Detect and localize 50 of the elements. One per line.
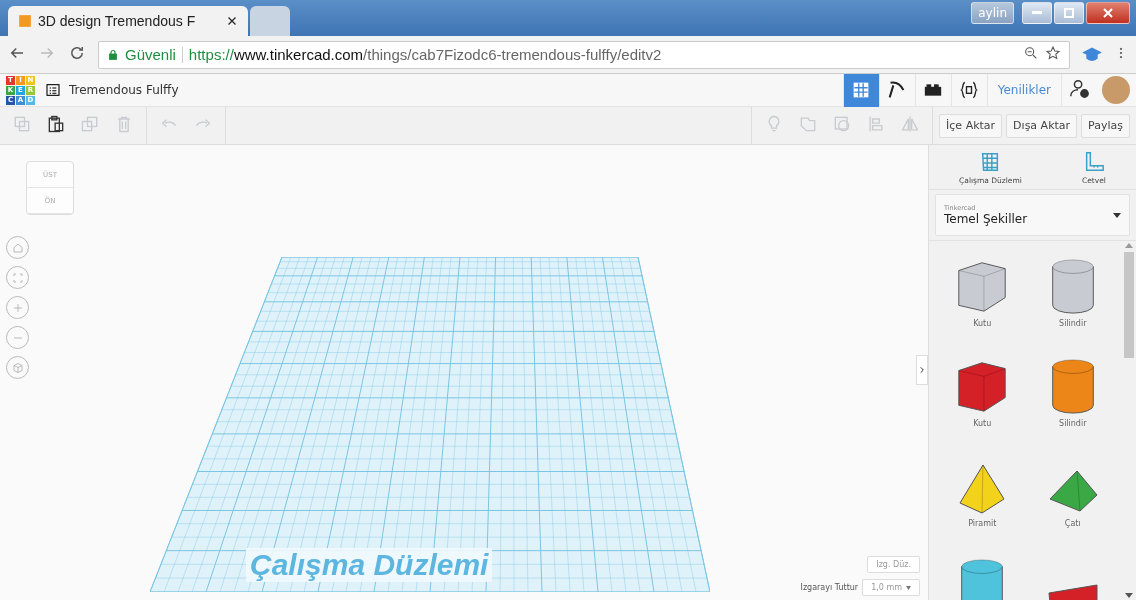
view-control-button[interactable] [6, 236, 29, 259]
avatar[interactable] [1102, 76, 1130, 104]
code-blocks-icon [959, 80, 980, 100]
shape-label: Kutu [973, 419, 992, 428]
url-text: https://www.tinkercad.com/things/cab7Fizodc6-tremendous-fulffy/editv2 [188, 46, 662, 63]
shape-label: Kutu [973, 319, 992, 328]
shape-label: Piramit [968, 519, 997, 528]
workplane-label: Çalışma Düzlemi [246, 548, 493, 582]
list-icon [45, 82, 61, 98]
maximize-button[interactable] [1054, 2, 1084, 24]
scroll-up-icon[interactable] [1125, 243, 1133, 248]
lock-icon [107, 48, 119, 61]
grid-workplane-drawing[interactable] [150, 257, 710, 592]
fit-view-icon [11, 271, 24, 284]
home-icon [11, 241, 24, 254]
design-title[interactable]: Tremendous Fulffy [69, 83, 179, 97]
zoom-in-icon [11, 301, 24, 314]
view-control-button[interactable] [6, 266, 29, 289]
shape-label: Çatı [1064, 519, 1081, 528]
maximize-icon [1064, 8, 1074, 18]
toolbar-button[interactable]: Dışa Aktar [1006, 113, 1078, 138]
shape-label: Silindir [1059, 319, 1087, 328]
toolbar-button[interactable]: İçe Aktar [939, 113, 1003, 138]
panel-toggle-button[interactable] [916, 355, 928, 385]
scroll-down-icon[interactable] [1125, 593, 1133, 598]
minimize-icon [1032, 11, 1042, 15]
view-control-button[interactable] [6, 326, 29, 349]
star-icon [1045, 45, 1061, 61]
clipboard-icon [46, 113, 66, 134]
add-user-icon [1068, 77, 1090, 99]
tab-title: 3D design Tremendous F [38, 13, 197, 29]
scrollbar[interactable] [1122, 241, 1136, 600]
tinkercad-tab-icon [18, 14, 32, 28]
close-icon [1103, 8, 1113, 18]
address-bar[interactable]: Güvenli https://www.tinkercad.com/things/cab7Fizodc6-tremendous-fulffy/editv2 [98, 40, 1070, 69]
toolbar-button[interactable]: Paylaş [1081, 113, 1130, 138]
secure-label: Güvenli [125, 46, 176, 63]
cube-icon [11, 361, 24, 374]
scrollbar-thumb[interactable] [1124, 252, 1134, 358]
view-control-button[interactable] [6, 296, 29, 319]
browser-tab[interactable]: 3D design Tremendous F [8, 6, 248, 36]
zoom-icon [1023, 45, 1039, 61]
shape-label: Silindir [1059, 419, 1087, 428]
close-icon [226, 15, 238, 27]
minimize-button[interactable] [1022, 2, 1052, 24]
dropdown-caret-icon [906, 585, 911, 590]
close-window-button[interactable] [1086, 2, 1130, 24]
view-control-button[interactable] [6, 356, 29, 379]
dropdown-caret-icon [1113, 212, 1121, 218]
snap-grid-label: Izgarayı Tuttur [800, 583, 859, 592]
